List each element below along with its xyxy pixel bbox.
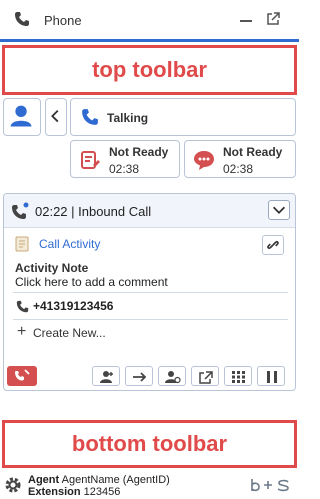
hangup-icon: [15, 369, 30, 381]
pause-icon: [267, 371, 277, 383]
agent-line: Agent AgentName (AgentID): [28, 474, 170, 486]
status-bar: Agent AgentName (AgentID) Extension 1234…: [0, 470, 299, 499]
user-settings-icon: [165, 371, 181, 384]
hold-button[interactable]: [257, 366, 285, 386]
minimize-icon[interactable]: [240, 20, 252, 22]
share-button[interactable]: [191, 366, 219, 386]
agent-name: AgentName (AgentID): [61, 474, 170, 486]
window-title: Phone: [44, 13, 82, 28]
divider: [13, 319, 288, 320]
notes-icon: [81, 151, 100, 169]
link-button[interactable]: [262, 235, 284, 255]
talking-state-button[interactable]: Talking: [70, 98, 296, 136]
phone-icon: [12, 202, 29, 219]
hangup-button[interactable]: [7, 366, 37, 386]
caller-number[interactable]: +41319123456: [33, 299, 113, 313]
not-ready-time: 02:38: [223, 162, 254, 176]
conference-button[interactable]: [158, 366, 186, 386]
back-button[interactable]: [45, 98, 67, 136]
arrow-right-icon: [133, 372, 147, 382]
user-icon: [10, 105, 32, 127]
gear-icon[interactable]: [4, 476, 22, 494]
voice-not-ready-button[interactable]: Not Ready 02:38: [70, 140, 180, 178]
activity-note-input[interactable]: Click here to add a comment: [15, 275, 168, 289]
top-toolbar-label: top toolbar: [92, 57, 207, 82]
not-ready-time: 02:38: [109, 162, 140, 176]
link-icon: [267, 241, 279, 249]
collapse-button[interactable]: [268, 200, 290, 220]
popout-icon[interactable]: [266, 12, 280, 26]
create-new-button[interactable]: Create New...: [33, 326, 106, 340]
activity-note-title: Activity Note: [15, 261, 89, 275]
share-icon: [199, 371, 213, 384]
extension-value: 123456: [83, 486, 121, 498]
chevron-left-icon: [51, 109, 59, 123]
keypad-icon: [232, 371, 245, 383]
call-panel: 02:22 | Inbound Call Call Activity Activ…: [3, 193, 296, 391]
activity-card: Call Activity Activity Note Click here t…: [13, 231, 290, 349]
not-ready-label: Not Ready: [109, 145, 169, 159]
chat-not-ready-button[interactable]: Not Ready 02:38: [184, 140, 296, 178]
top-toolbar: top toolbar: [2, 45, 297, 95]
call-activity-link[interactable]: Call Activity: [39, 237, 100, 251]
bottom-toolbar-label: bottom toolbar: [71, 431, 228, 456]
agent-label: Agent: [28, 474, 60, 486]
transfer-button[interactable]: [125, 366, 153, 386]
consult-button[interactable]: [92, 366, 120, 386]
phone-icon: [15, 12, 29, 26]
bottom-toolbar: bottom toolbar: [2, 420, 297, 468]
chevron-down-icon: [272, 206, 286, 214]
plus-icon: +: [17, 323, 27, 340]
document-icon: [15, 236, 29, 252]
add-user-icon: [100, 371, 113, 383]
phone-icon: [16, 300, 29, 313]
phone-icon: [82, 109, 98, 125]
not-ready-label: Not Ready: [223, 145, 283, 159]
title-bar: Phone: [0, 0, 299, 42]
keypad-button[interactable]: [224, 366, 252, 386]
divider: [13, 292, 288, 293]
talking-label: Talking: [107, 111, 149, 125]
agent-button[interactable]: [3, 98, 41, 136]
company-logo: [251, 479, 289, 492]
call-header-text: 02:22 | Inbound Call: [35, 204, 152, 219]
extension-label: Extension: [28, 486, 81, 498]
chat-icon: [194, 151, 214, 170]
extension-line: Extension 123456: [28, 486, 120, 498]
call-header: 02:22 | Inbound Call: [4, 194, 295, 228]
